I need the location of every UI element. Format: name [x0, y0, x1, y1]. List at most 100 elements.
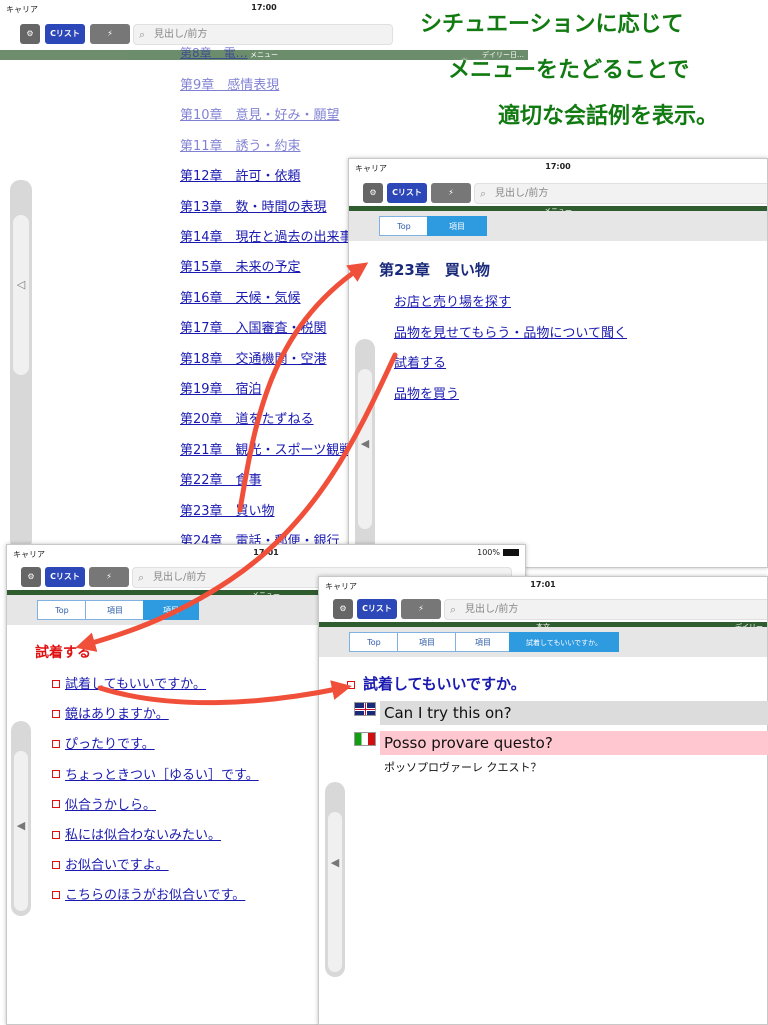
phrase-item[interactable]: 試着してもいいですか。: [52, 673, 206, 692]
phrase-item[interactable]: 似合うかしら。: [52, 794, 156, 813]
crumb-current[interactable]: 試着してもいいですか。: [509, 632, 619, 652]
caption-line-3: 適切な会話例を表示。: [498, 104, 719, 129]
chapter-link[interactable]: 第17章 入国審査・税関: [180, 317, 327, 336]
bullet-square-icon: [52, 800, 60, 809]
phrase-link[interactable]: ぴったりです。: [65, 737, 155, 752]
toolbar: ⚙ Cリスト ⚡ ⌕ 見出し/前方: [349, 179, 767, 209]
chapter-link[interactable]: 第12章 許可・依頼: [180, 165, 301, 184]
chapter-link[interactable]: 第13章 数・時間の表現: [180, 196, 327, 215]
chapter-link[interactable]: 第10章 意見・好み・願望: [180, 104, 340, 123]
triangle-left-icon: ◀: [330, 856, 340, 869]
phrase-link[interactable]: 似合うかしら。: [65, 798, 156, 813]
section-link[interactable]: 試着する: [394, 352, 446, 371]
gear-icon[interactable]: ⚙: [363, 183, 383, 203]
battery-icon: [503, 549, 519, 556]
chapter-link[interactable]: 第11章 誘う・約束: [180, 135, 301, 154]
gear-icon[interactable]: ⚙: [20, 24, 40, 44]
breadcrumb: Top 項目 項目 試着してもいいですか。: [319, 627, 767, 657]
phrase-bullet: [347, 674, 360, 693]
phrase-item[interactable]: 鏡はありますか。: [52, 703, 169, 722]
crumb-item[interactable]: 項目: [397, 632, 457, 652]
italian-translation[interactable]: Posso provare questo?: [380, 731, 768, 755]
section-link[interactable]: お店と売り場を探す: [394, 291, 511, 310]
bullet-square-icon: [52, 890, 60, 899]
crumb-top[interactable]: Top: [37, 600, 87, 620]
crumb-item[interactable]: 項目: [143, 600, 199, 620]
crumb-item[interactable]: 項目: [455, 632, 511, 652]
gear-icon[interactable]: ⚙: [333, 599, 353, 619]
side-drawer-handle[interactable]: ◀: [325, 782, 345, 977]
search-input[interactable]: ⌕ 見出し/前方: [133, 24, 393, 45]
phrase-item[interactable]: こちらのほうがお似合いです。: [52, 884, 245, 903]
phrase-detail-panel: キャリア 17:01 ⚙ Cリスト ⚡ ⌕ 見出し/前方 本文 デイリー Top…: [318, 576, 768, 1025]
chapter-link[interactable]: 第19章 宿泊: [180, 378, 262, 397]
crumb-top[interactable]: Top: [379, 216, 429, 236]
chapter-link[interactable]: 第15章 未来の予定: [180, 256, 301, 275]
gear-icon[interactable]: ⚙: [21, 567, 41, 587]
caption-line-2: メニューをたどることで: [448, 58, 690, 83]
search-input[interactable]: ⌕ 見出し/前方: [444, 599, 767, 620]
bullet-square-icon: [52, 709, 60, 718]
crumb-item[interactable]: 項目: [427, 216, 487, 236]
phrase-link[interactable]: こちらのほうがお似合いです。: [65, 888, 245, 903]
status-time: 17:00: [545, 162, 571, 171]
status-bar: キャリア 17:01 100%: [7, 545, 525, 563]
chapter-link[interactable]: 第21章 観光・スポーツ観戦: [180, 439, 352, 458]
status-bar: キャリア 17:01: [319, 577, 767, 595]
phrase-item[interactable]: ちょっときつい［ゆるい］です。: [52, 764, 259, 783]
phrase-item[interactable]: お似合いですよ。: [52, 854, 169, 873]
chapter-link[interactable]: 第9章 感情表現: [180, 74, 279, 93]
triangle-left-icon: ◀: [16, 819, 26, 832]
list-button[interactable]: Cリスト: [45, 567, 85, 587]
phrase-item[interactable]: 私には似合わないみたい。: [52, 824, 221, 843]
section-title: 試着する: [35, 645, 91, 661]
pen-icon[interactable]: ⚡: [401, 599, 441, 619]
bullet-square-icon: [52, 770, 60, 779]
phrase-link[interactable]: 試着してもいいですか。: [65, 677, 206, 692]
phrase-sentence: 試着してもいいですか。: [363, 675, 526, 693]
search-icon: ⌕: [138, 571, 145, 584]
pen-icon[interactable]: ⚡: [90, 24, 130, 44]
side-drawer-handle[interactable]: ◀: [355, 339, 375, 559]
chapter-link[interactable]: 第18章 交通機関・空港: [180, 348, 327, 367]
uk-flag-icon: [354, 702, 376, 716]
status-time: 17:01: [253, 548, 279, 557]
list-button[interactable]: Cリスト: [45, 24, 85, 44]
list-button[interactable]: Cリスト: [387, 183, 427, 203]
phrase-link[interactable]: 鏡はありますか。: [65, 707, 169, 722]
phrase-link[interactable]: 私には似合わないみたい。: [65, 828, 221, 843]
phrase-item[interactable]: ぴったりです。: [52, 733, 155, 752]
english-translation[interactable]: Can I try this on?: [380, 701, 768, 725]
breadcrumb: Top 項目: [349, 211, 767, 241]
chapter-link[interactable]: 第16章 天候・気候: [180, 287, 301, 306]
section-link[interactable]: 品物を買う: [394, 383, 459, 402]
side-drawer-handle[interactable]: ◀: [11, 721, 31, 916]
phrase-link[interactable]: ちょっときつい［ゆるい］です。: [65, 768, 259, 783]
pen-icon[interactable]: ⚡: [89, 567, 129, 587]
bullet-square-icon: [52, 739, 60, 748]
phrase-link[interactable]: お似合いですよ。: [65, 858, 169, 873]
search-icon: ⌕: [450, 603, 457, 616]
battery-indicator: 100%: [477, 548, 519, 557]
search-input[interactable]: ⌕ 見出し/前方: [474, 183, 767, 204]
chapter-link[interactable]: 第22章 食事: [180, 469, 262, 488]
crumb-top[interactable]: Top: [349, 632, 399, 652]
list-button[interactable]: Cリスト: [357, 599, 397, 619]
side-drawer-handle[interactable]: ◁: [10, 180, 32, 550]
search-icon: ⌕: [139, 28, 146, 41]
chapter-items-panel: キャリア 17:00 ⚙ Cリスト ⚡ ⌕ 見出し/前方 メニュー Top 項目…: [348, 158, 768, 568]
bullet-square-icon: [52, 679, 60, 688]
chapter-link[interactable]: 第14章 現在と過去の出来事: [180, 226, 353, 245]
chapter-link[interactable]: 第8章 電…: [180, 44, 248, 61]
section-link[interactable]: 品物を見せてもらう・品物について聞く: [394, 322, 627, 341]
crumb-item[interactable]: 項目: [85, 600, 145, 620]
search-icon: ⌕: [480, 187, 487, 200]
status-bar: キャリア 17:00: [349, 159, 767, 177]
chapter-link[interactable]: 第20章 道をたずねる: [180, 408, 314, 427]
toolbar: ⚙ Cリスト ⚡ ⌕ 見出し/前方: [319, 595, 767, 625]
chapter-heading: 第23章 買い物: [379, 261, 490, 279]
chapter-link[interactable]: 第23章 買い物: [180, 500, 275, 519]
pen-icon[interactable]: ⚡: [431, 183, 471, 203]
caption-line-1: シチュエーションに応じて: [420, 12, 684, 37]
triangle-left-icon: ◁: [16, 278, 26, 291]
